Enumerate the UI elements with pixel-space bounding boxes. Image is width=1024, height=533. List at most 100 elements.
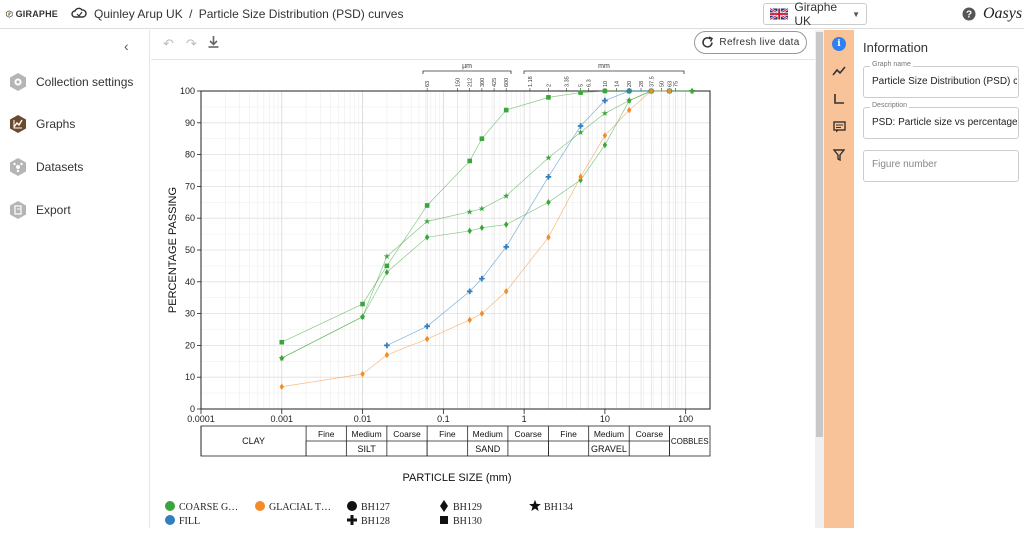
legend-label: BH128 <box>361 516 390 527</box>
data-point <box>479 136 485 141</box>
panel-title: Information <box>863 40 929 55</box>
y-tick-label: 60 <box>185 213 195 223</box>
refresh-live-data-button[interactable]: Refresh live data <box>694 31 807 54</box>
sieve-label: 425 <box>492 78 498 87</box>
sieve-label: 37.5 <box>649 76 655 87</box>
giraphe-logo-icon <box>6 10 13 18</box>
y-tick-label: 70 <box>185 181 195 191</box>
description-field[interactable]: Description PSD: Particle size vs percen… <box>863 102 1019 139</box>
top-sieve-axis: µm mm 63 150 212 300 425 600 1.18 2 3.35 5 6.3 10 14… <box>422 63 685 91</box>
data-point <box>279 383 284 391</box>
collapse-sidebar-icon[interactable]: ‹ <box>124 38 129 54</box>
filter-tab[interactable] <box>831 147 847 163</box>
legend-item[interactable]: COARSE G… <box>165 501 238 513</box>
chart-scrollbar-thumb[interactable] <box>816 32 823 437</box>
help-icon[interactable]: ? <box>962 7 976 26</box>
language-label: Giraphe UK <box>794 0 838 28</box>
line-chart-icon <box>832 66 846 76</box>
x-tick-label: 1 <box>522 414 527 424</box>
sieve-label: 3.35 <box>565 76 571 87</box>
figure-number-input[interactable] <box>872 159 1012 170</box>
chart-area: µm mm 63 150 212 300 425 600 1.18 2 3.35 5 6.3 10 14… <box>151 60 815 528</box>
mm-label: mm <box>598 63 610 70</box>
y-tick-label: 50 <box>185 245 195 255</box>
sieve-label: 10 <box>603 81 609 87</box>
data-point <box>546 199 551 206</box>
y-tick-label: 30 <box>185 309 195 319</box>
sidebar: ‹ Collection settings Graphs Datasets Ex… <box>0 30 150 528</box>
x-axis-ticks: 0.0001 0.001 0.01 0.1 1 10 100 <box>187 409 693 424</box>
axes-tab[interactable] <box>831 91 847 107</box>
x-tick-label: 0.001 <box>271 414 294 424</box>
data-point <box>504 221 509 228</box>
info-tab[interactable]: i <box>831 36 847 52</box>
comment-icon <box>832 121 846 133</box>
legend-label: BH130 <box>453 516 482 527</box>
legend-swatch <box>165 501 175 511</box>
class-subdivision-label: Coarse <box>393 429 421 439</box>
class-subdivision-label: Medium <box>594 429 624 439</box>
sieve-label: 14 <box>615 81 621 87</box>
series-line <box>281 90 693 359</box>
um-label: µm <box>462 63 472 70</box>
class-soil-label: SILT <box>357 444 376 454</box>
legend-item[interactable]: BH128 <box>347 515 390 527</box>
data-point <box>360 370 365 378</box>
data-point <box>627 106 632 114</box>
y-tick-label: 40 <box>185 277 195 287</box>
legend-item[interactable]: GLACIAL T… <box>255 501 331 513</box>
data-point <box>384 263 390 269</box>
sieve-label: 150 <box>456 78 462 87</box>
class-subdivision-label: Fine <box>560 429 577 439</box>
graph-icon <box>10 115 26 133</box>
giraphe-logo[interactable]: GIRAPHE <box>6 3 58 25</box>
sieve-label: 20 <box>627 81 633 87</box>
redo-icon[interactable]: ↷ <box>186 36 197 52</box>
data-point <box>479 224 485 232</box>
cloud-icon[interactable] <box>71 6 87 24</box>
graph-name-value[interactable]: Particle Size Distribution (PSD) cu <box>872 76 1017 87</box>
data-point <box>360 301 365 307</box>
series-line <box>281 90 693 359</box>
legend-item[interactable]: BH127 <box>347 501 390 513</box>
um-bracket <box>422 70 512 74</box>
data-point <box>479 310 485 317</box>
oasys-logo: Oasys <box>983 5 1023 22</box>
data-point <box>602 88 608 94</box>
series-1 <box>278 87 696 361</box>
sieve-label: 1.18 <box>528 76 534 87</box>
y-tick-label: 100 <box>180 86 195 96</box>
download-icon[interactable] <box>208 36 219 51</box>
psd-chart: µm mm 63 150 212 300 425 600 1.18 2 3.35 5 6.3 10 14… <box>165 63 711 527</box>
sidebar-item-graphs[interactable]: Graphs <box>8 111 75 137</box>
export-icon <box>10 201 26 219</box>
sidebar-item-datasets[interactable]: Datasets <box>8 154 83 180</box>
y-axis-label: PERCENTAGE PASSING <box>167 187 179 313</box>
legend-item[interactable]: BH130 <box>440 516 482 527</box>
description-value[interactable]: PSD: Particle size vs percentage p <box>872 117 1017 128</box>
sieve-label: 75 <box>674 81 680 87</box>
mm-bracket <box>523 70 685 74</box>
chart-legend[interactable]: COARSE G… GLACIAL T… BH127 BH129 BH134 FILL BH… <box>165 499 573 527</box>
annotation-tab[interactable] <box>831 119 847 135</box>
sidebar-item-export[interactable]: Export <box>8 197 71 223</box>
data-point <box>503 244 510 250</box>
legend-item[interactable]: BH134 <box>529 499 573 513</box>
legend-label: COARSE G… <box>179 502 238 513</box>
description-label: Description <box>870 102 910 109</box>
graph-name-field[interactable]: Graph name Particle Size Distribution (P… <box>863 61 1019 98</box>
y-tick-label: 10 <box>185 372 195 382</box>
legend-item[interactable]: BH129 <box>440 500 482 513</box>
breadcrumb-org[interactable]: Quinley Arup UK <box>94 7 183 21</box>
data-point <box>545 174 552 180</box>
x-tick-label: 0.1 <box>437 414 450 424</box>
figure-number-field[interactable] <box>863 150 1019 182</box>
series-tab[interactable] <box>831 63 847 79</box>
class-soil-label: GRAVEL <box>591 444 627 454</box>
legend-item[interactable]: FILL <box>165 515 200 527</box>
language-select[interactable]: Giraphe UK ▼ <box>763 0 867 28</box>
sidebar-item-collection-settings[interactable]: Collection settings <box>8 69 133 95</box>
class-subdivision-label: Coarse <box>636 429 664 439</box>
x-tick-label: 0.0001 <box>187 414 215 424</box>
undo-icon[interactable]: ↶ <box>163 36 174 52</box>
